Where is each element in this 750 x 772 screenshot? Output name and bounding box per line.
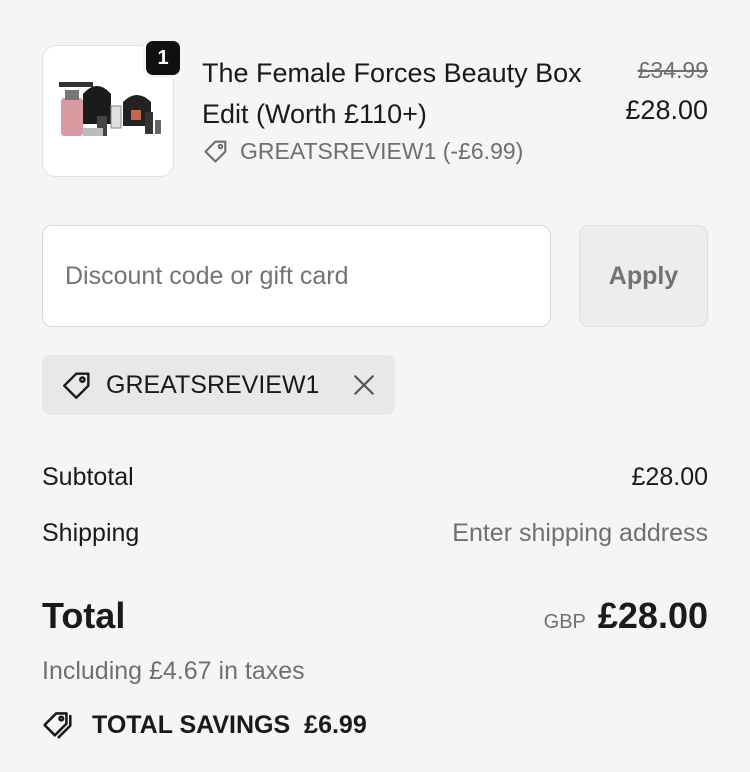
savings-value: £6.99 [304,710,367,739]
total-label: Total [42,595,126,636]
product-image [53,76,165,146]
product-name: The Female Forces Beauty Box Edit (Worth… [202,58,582,129]
currency-code: GBP [543,611,586,633]
tax-note: Including £4.67 in taxes [42,657,305,685]
tag-icon [60,368,94,402]
shipping-value: Enter shipping address [452,519,708,547]
line-item: 1 The Female Forces Beauty Box Edit (Wor… [42,38,708,180]
total-value-group: GBP £28.00 [544,595,708,637]
subtotal-label: Subtotal [42,463,134,491]
savings-label: TOTAL SAVINGS [92,710,291,739]
product-price: £28.00 [625,95,708,125]
subtotal-value: £28.00 [631,463,708,491]
shipping-row: Shipping Enter shipping address [42,519,708,548]
applied-discount-line: GREATSREVIEW1 (-£6.99) [202,137,523,165]
subtotal-row: Subtotal £28.00 [42,463,708,492]
shipping-label: Shipping [42,519,140,547]
quantity-badge: 1 [143,38,183,78]
discount-code-input[interactable] [42,225,551,327]
product-thumbnail: 1 [42,38,183,177]
apply-button[interactable]: Apply [579,225,708,327]
total-row: Total GBP £28.00 [42,595,708,645]
applied-code-chip: GREATSREVIEW1 [42,355,395,415]
total-savings: TOTAL SAVINGS £6.99 [42,708,367,742]
original-price: £34.99 [637,57,708,83]
tags-icon [42,708,78,742]
total-amount: £28.00 [597,595,708,636]
close-icon[interactable] [351,372,377,398]
applied-code-label: GREATSREVIEW1 [106,370,320,399]
tag-icon [202,137,230,165]
discount-line-text: GREATSREVIEW1 (-£6.99) [240,137,524,164]
